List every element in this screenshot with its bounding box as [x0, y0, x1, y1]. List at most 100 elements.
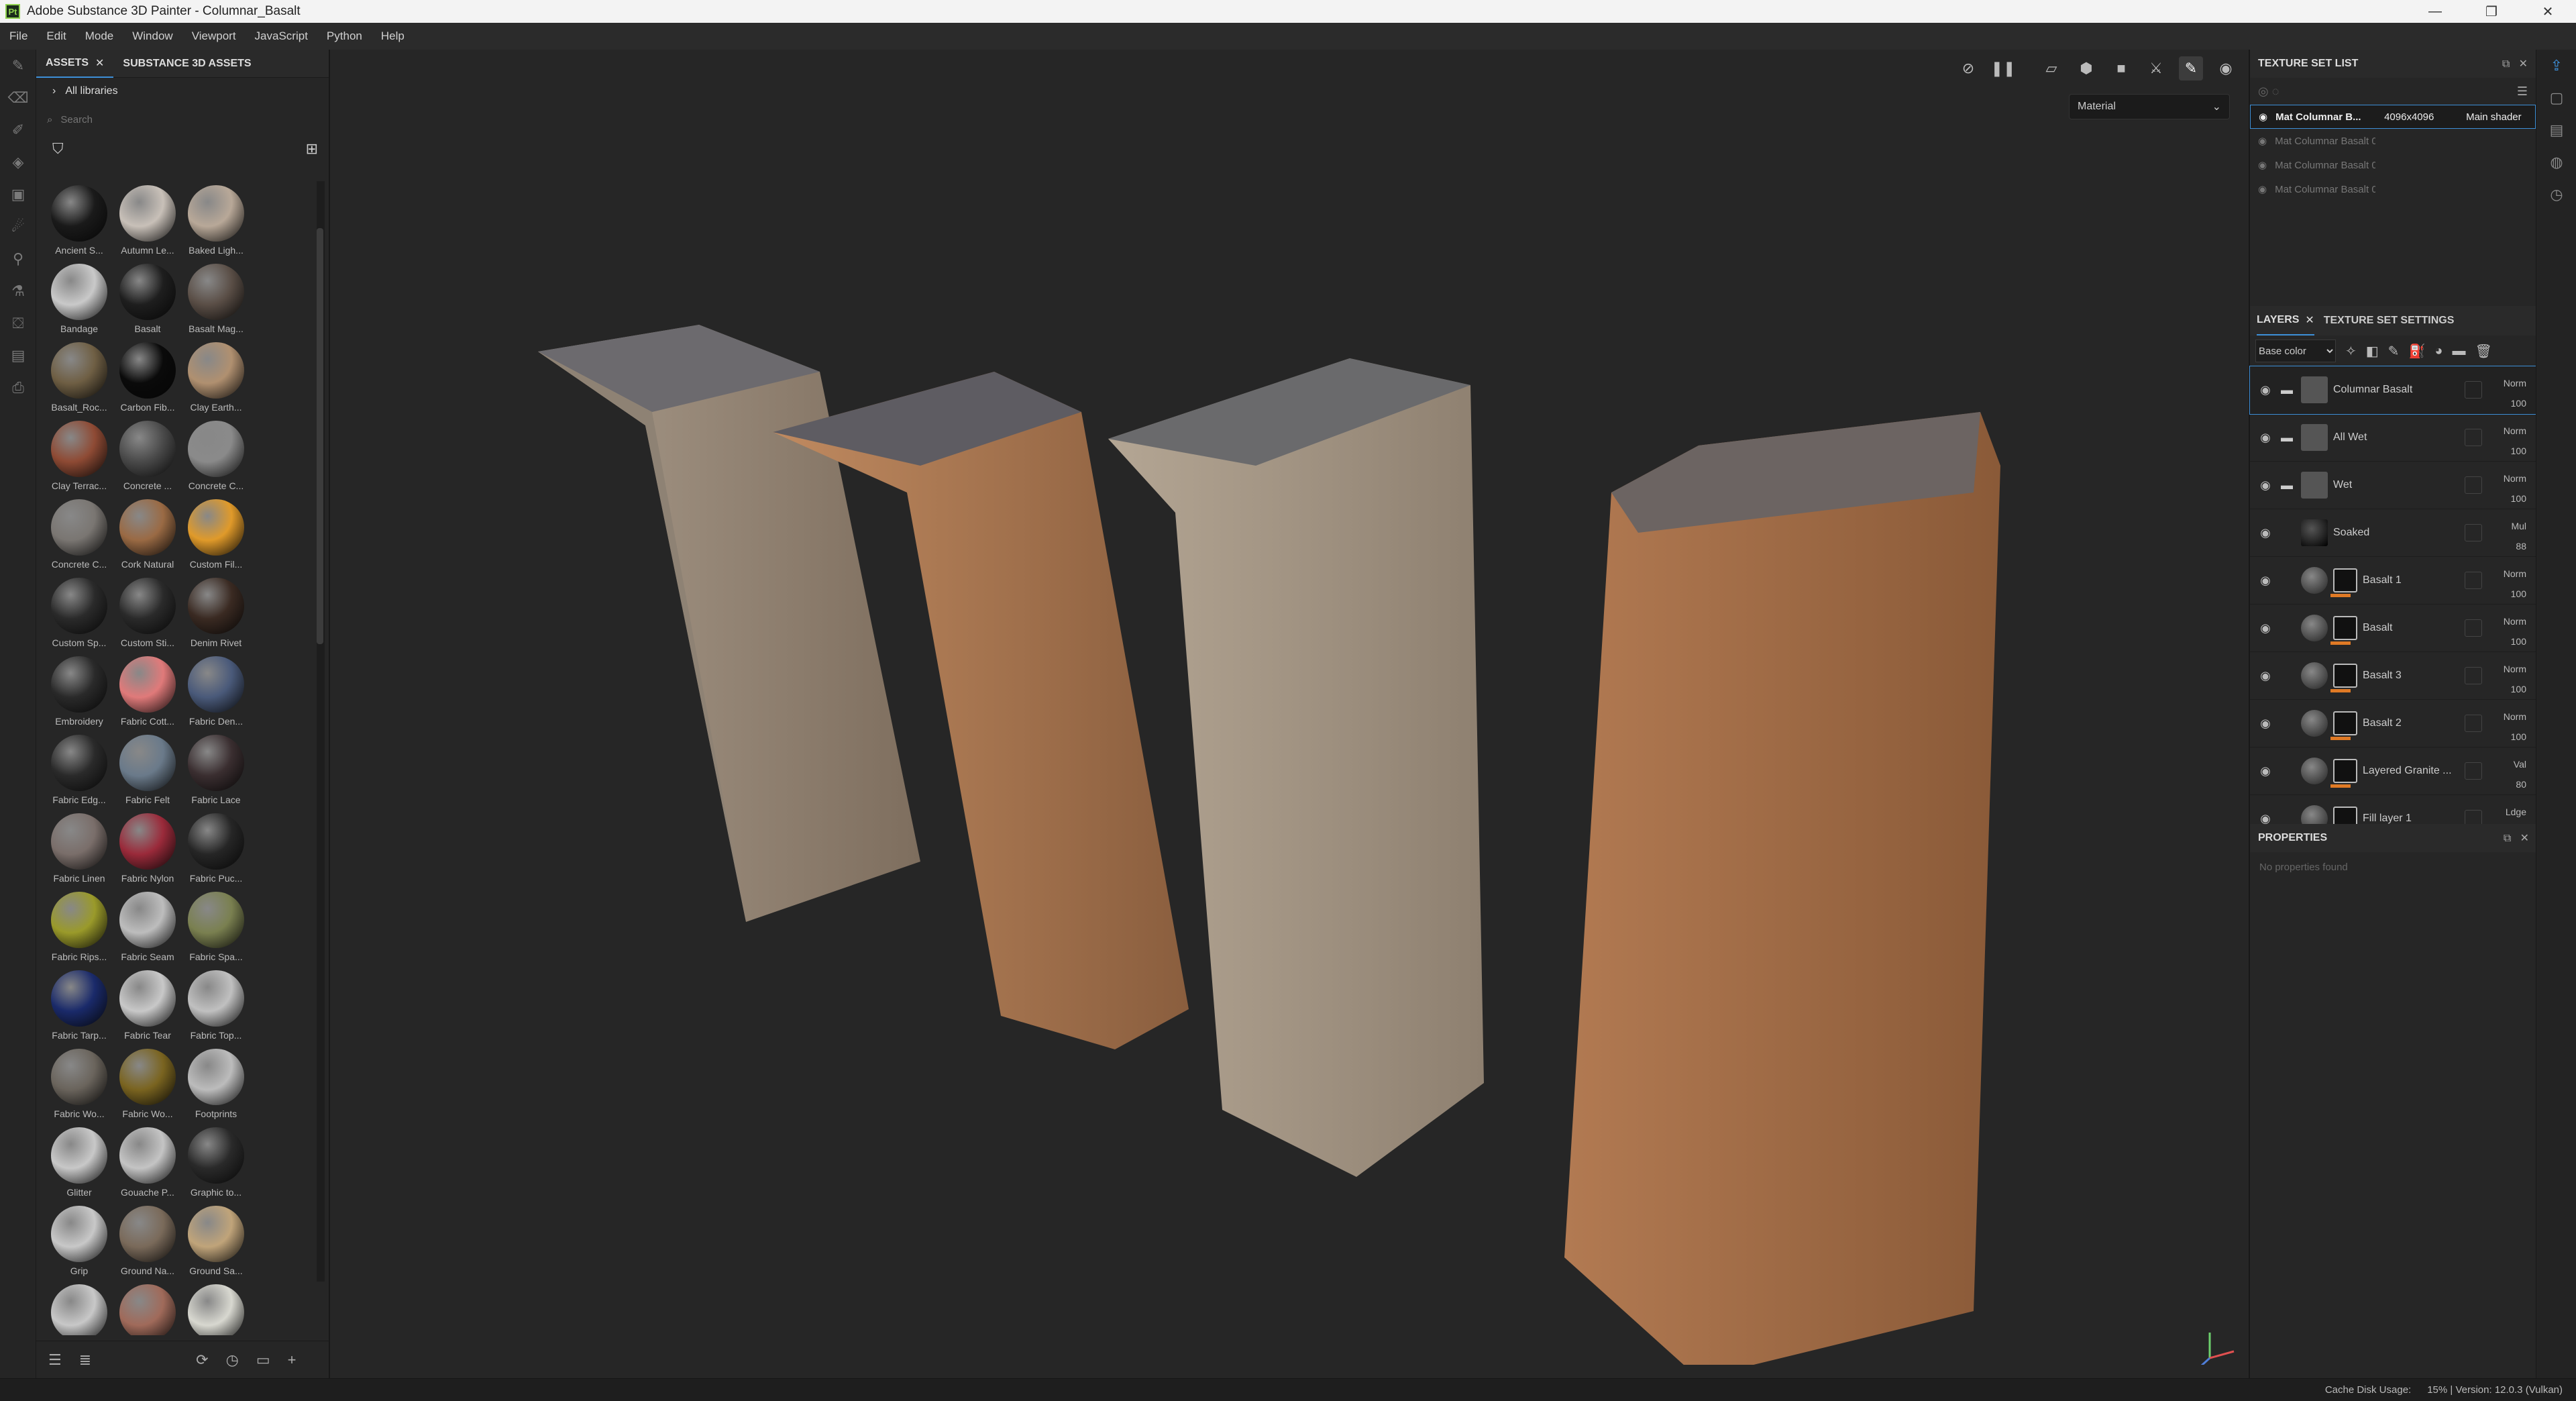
- close-button[interactable]: ✕: [2520, 0, 2576, 23]
- layer-checkbox[interactable]: [2465, 762, 2482, 780]
- eye-icon[interactable]: ◉: [2250, 669, 2281, 683]
- eye-icon[interactable]: ◉: [2250, 478, 2281, 492]
- asset-tile[interactable]: Basalt: [113, 264, 182, 342]
- asset-tile[interactable]: Fabric Cott...: [113, 656, 182, 734]
- blend-mode[interactable]: Norm: [2504, 421, 2526, 441]
- asset-tile[interactable]: Custom Sp...: [44, 578, 114, 656]
- eye-icon[interactable]: ◉: [2259, 111, 2267, 123]
- list-icon[interactable]: ≣: [79, 1351, 91, 1369]
- layer-mask-icon[interactable]: [2333, 616, 2357, 640]
- layer-checkbox[interactable]: [2465, 667, 2482, 684]
- eye-icon[interactable]: ◉: [2258, 183, 2267, 195]
- layer-blend[interactable]: Norm 100: [2504, 421, 2526, 461]
- blend-mode[interactable]: Val: [2514, 754, 2526, 774]
- asset-tile[interactable]: Fabric Lace: [181, 735, 251, 813]
- measure-icon[interactable]: ▤: [0, 340, 36, 372]
- layer-blend[interactable]: Norm 100: [2504, 659, 2526, 699]
- asset-tile[interactable]: [181, 1284, 251, 1335]
- asset-tile[interactable]: Fabric Spa...: [181, 892, 251, 970]
- asset-tile[interactable]: Fabric Tarp...: [44, 970, 114, 1048]
- add-paint-layer-icon[interactable]: ✎: [2388, 343, 2400, 360]
- screenshot-icon[interactable]: ◉: [2214, 56, 2238, 81]
- layer-row[interactable]: ◉ Basalt 3 Norm 100: [2250, 652, 2536, 700]
- assets-scrollbar[interactable]: [317, 181, 325, 1282]
- camera-icon[interactable]: ■: [2109, 56, 2133, 81]
- asset-tile[interactable]: Embroidery: [44, 656, 114, 734]
- asset-tile[interactable]: Fabric Rips...: [44, 892, 114, 970]
- menu-help[interactable]: Help: [372, 30, 414, 43]
- menu-viewport[interactable]: Viewport: [182, 30, 246, 43]
- layer-mask-icon[interactable]: [2333, 664, 2357, 688]
- smudge-icon[interactable]: ☄: [0, 211, 36, 243]
- geometry-mask-icon[interactable]: ◈: [0, 146, 36, 178]
- layer-row[interactable]: ◉ Soaked Mul 88: [2250, 509, 2536, 557]
- blend-mode[interactable]: Mul: [2511, 516, 2526, 536]
- asset-tile[interactable]: Concrete C...: [44, 499, 114, 577]
- add-fill-layer-icon[interactable]: ⛽: [2408, 343, 2425, 360]
- texture-set-row[interactable]: ◉ Mat Columnar Basalt 03: [2250, 153, 2536, 177]
- effects-icon[interactable]: ✧: [2345, 343, 2357, 360]
- asset-tile[interactable]: Ancient S...: [44, 185, 114, 263]
- asset-tile[interactable]: Carbon Fib...: [113, 342, 182, 420]
- asset-tile[interactable]: Gouache P...: [113, 1127, 182, 1205]
- layer-blend[interactable]: Val 80: [2514, 754, 2526, 794]
- asset-tile[interactable]: Footprints: [181, 1049, 251, 1127]
- pause-icon[interactable]: ❚❚: [1991, 56, 2016, 81]
- eye-icon[interactable]: ◉: [2250, 383, 2281, 397]
- visibility-icon[interactable]: ◎ ◌: [2258, 85, 2279, 99]
- close-icon[interactable]: ✕: [2305, 313, 2314, 327]
- layer-checkbox[interactable]: [2465, 619, 2482, 637]
- blend-mode[interactable]: Norm: [2504, 611, 2526, 631]
- asset-tile[interactable]: Clay Earth...: [181, 342, 251, 420]
- blend-mode[interactable]: Norm: [2504, 707, 2526, 727]
- asset-tile[interactable]: Ground Na...: [113, 1206, 182, 1284]
- asset-tile[interactable]: Denim Rivet: [181, 578, 251, 656]
- asset-tile[interactable]: Basalt_Roc...: [44, 342, 114, 420]
- library-selector[interactable]: › All libraries: [36, 78, 329, 105]
- asset-tile[interactable]: Grip: [44, 1206, 114, 1284]
- asset-tile[interactable]: Concrete ...: [113, 421, 182, 499]
- folder-icon[interactable]: ▭: [256, 1351, 270, 1369]
- clone-icon[interactable]: ⚲: [0, 243, 36, 275]
- paint-brush-icon[interactable]: ✎: [0, 50, 36, 82]
- projection-icon[interactable]: ✐: [0, 114, 36, 146]
- add-mask-icon[interactable]: ◧: [2366, 343, 2379, 360]
- layer-row[interactable]: ◉ Basalt Norm 100: [2250, 605, 2536, 652]
- layer-opacity[interactable]: 88: [2511, 536, 2526, 556]
- asset-tile[interactable]: Fabric Wo...: [44, 1049, 114, 1127]
- eye-icon[interactable]: ◉: [2250, 621, 2281, 635]
- cube-view-icon[interactable]: ⬢: [2074, 56, 2098, 81]
- layers-icon[interactable]: ▤: [2536, 114, 2576, 146]
- asset-tile[interactable]: Autumn Le...: [113, 185, 182, 263]
- blend-mode[interactable]: Norm: [2504, 373, 2526, 393]
- menu-file[interactable]: File: [0, 30, 37, 43]
- texture-set-row[interactable]: ◉ Mat Columnar Basalt 04: [2250, 177, 2536, 201]
- tab-assets[interactable]: ASSETS ✕: [36, 50, 114, 78]
- eye-icon[interactable]: ◉: [2250, 574, 2281, 588]
- eye-icon[interactable]: ◉: [2250, 764, 2281, 778]
- filter-icon[interactable]: ⛉: [52, 140, 64, 158]
- layer-blend[interactable]: Norm 100: [2504, 564, 2526, 604]
- layer-opacity[interactable]: 100: [2504, 679, 2526, 699]
- asset-tile[interactable]: [44, 1284, 114, 1335]
- layer-row[interactable]: ◉ ▬ Columnar Basalt Norm 100: [2249, 366, 2536, 415]
- display-settings-icon[interactable]: ▢: [2536, 82, 2576, 114]
- layer-mask-icon[interactable]: [2333, 711, 2357, 735]
- float-icon[interactable]: ⧉: [2502, 58, 2510, 70]
- asset-tile[interactable]: Fabric Nylon: [113, 813, 182, 891]
- layer-row[interactable]: ◉ ▬ Wet Norm 100: [2250, 462, 2536, 509]
- refresh-icon[interactable]: ⟳: [196, 1351, 208, 1369]
- layer-blend[interactable]: Norm 100: [2504, 468, 2526, 509]
- 3d-viewport[interactable]: ⊘ ❚❚ ▱ ⬢ ■ ⚔ ✎ ◉ Material ⌄: [330, 50, 2249, 1378]
- bake-icon[interactable]: ⛋: [0, 307, 36, 340]
- settings-list-icon[interactable]: ☰: [2517, 85, 2528, 99]
- blend-mode[interactable]: Norm: [2504, 468, 2526, 488]
- layer-checkbox[interactable]: [2465, 524, 2482, 541]
- asset-tile[interactable]: Fabric Edg...: [44, 735, 114, 813]
- asset-tile[interactable]: Cork Natural: [113, 499, 182, 577]
- layer-blend[interactable]: Norm 100: [2504, 611, 2526, 652]
- layer-blend[interactable]: Mul 88: [2511, 516, 2526, 556]
- symmetry-icon[interactable]: ⚔: [2144, 56, 2168, 81]
- blend-mode[interactable]: Norm: [2504, 564, 2526, 584]
- sort-icon[interactable]: ☰: [48, 1351, 62, 1369]
